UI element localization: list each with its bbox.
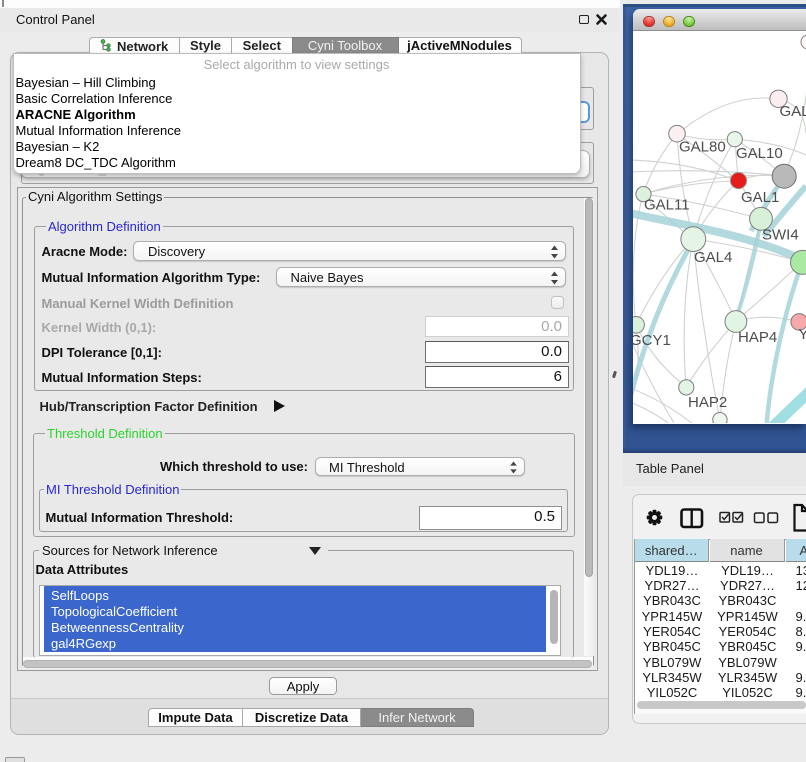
svg-text:GAL7: GAL7 xyxy=(780,103,806,120)
svg-text:GAL80: GAL80 xyxy=(679,139,726,156)
svg-text:Y: Y xyxy=(799,326,806,343)
svg-text:GAL10: GAL10 xyxy=(736,145,783,162)
svg-text:GAL11: GAL11 xyxy=(644,197,690,214)
svg-text:HAP2: HAP2 xyxy=(688,394,727,411)
svg-text:HAP4: HAP4 xyxy=(738,329,777,346)
svg-text:SWI4: SWI4 xyxy=(762,227,799,244)
svg-text:GCY1: GCY1 xyxy=(633,332,671,349)
svg-text:GAL1: GAL1 xyxy=(741,189,779,206)
svg-text:GAL4: GAL4 xyxy=(694,249,732,266)
